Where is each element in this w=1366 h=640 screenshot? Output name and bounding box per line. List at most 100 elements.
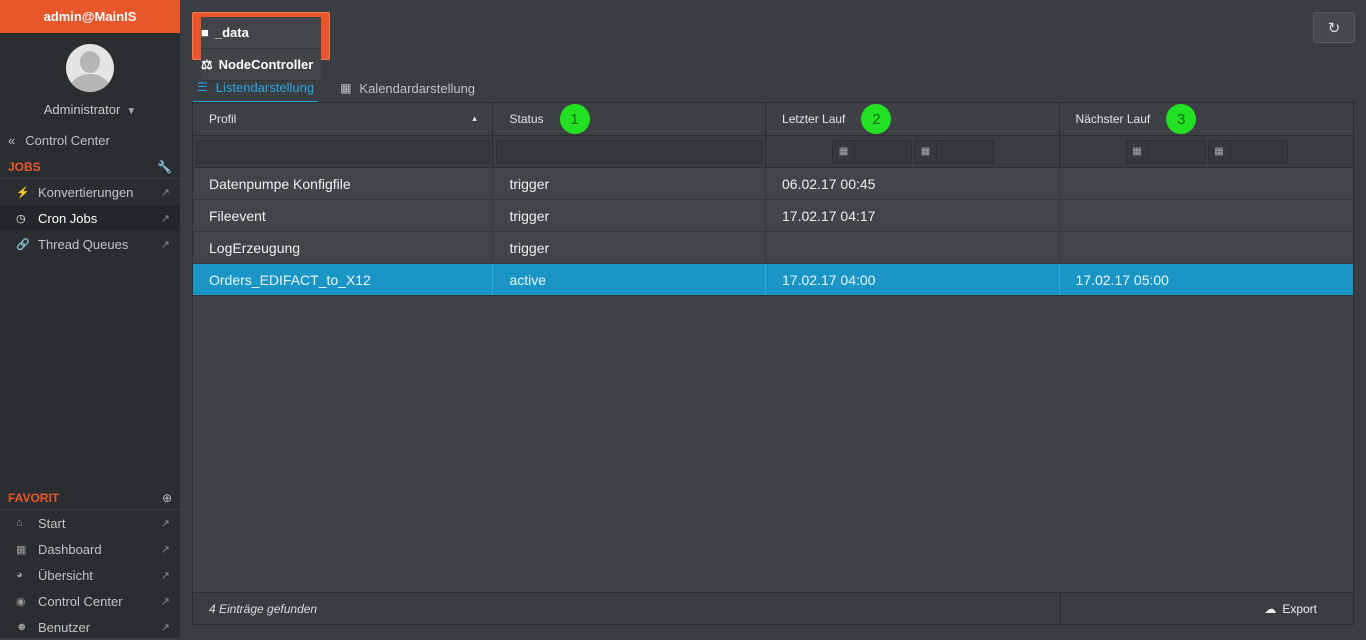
- node-controller-button[interactable]: ■ _data ⚖ NodeController: [192, 12, 330, 81]
- refresh-button[interactable]: ↻: [1313, 12, 1355, 43]
- column-label: Status: [509, 112, 544, 126]
- column-label: Profil: [209, 112, 237, 126]
- balance-scale-icon: ⚖: [201, 56, 213, 72]
- sidebar-item-cron-jobs[interactable]: ◷ Cron Jobs ↗: [0, 205, 180, 231]
- user-header[interactable]: admin@MainIS: [0, 0, 180, 33]
- avatar[interactable]: [66, 44, 114, 92]
- naechster-lauf-to-date[interactable]: ▦: [1207, 139, 1288, 164]
- cell-naechster-lauf: 17.02.17 05:00: [1075, 271, 1169, 288]
- sidebar-item-thread-queues[interactable]: 🔗 Thread Queues ↗: [0, 231, 180, 257]
- column-label: Letzter Lauf: [782, 112, 846, 126]
- cell-status: trigger: [493, 168, 767, 199]
- cell-status: trigger: [493, 200, 767, 231]
- external-link-icon[interactable]: ↗: [161, 186, 170, 199]
- column-header-status[interactable]: Status 1: [493, 103, 767, 135]
- users-icon: ☻: [16, 621, 28, 633]
- letzter-lauf-from-date[interactable]: ▦: [832, 139, 913, 164]
- sidebar-item-label: Control Center: [38, 593, 123, 609]
- calendar-icon[interactable]: ▦: [1127, 140, 1149, 163]
- calendar-icon[interactable]: ▦: [833, 140, 856, 163]
- sidebar-item-label: Cron Jobs: [38, 210, 98, 226]
- list-icon: ☰: [197, 80, 208, 94]
- cell-naechster-lauf: [1060, 168, 1354, 199]
- column-header-letzter-lauf[interactable]: Letzter Lauf 2: [766, 103, 1060, 135]
- external-link-icon[interactable]: ↗: [161, 517, 170, 530]
- cron-jobs-grid: Profil ▲ Status 1 Letzter Lauf 2 Nächste…: [192, 102, 1354, 625]
- cell-status: active: [493, 264, 767, 295]
- sort-ascending-icon: ▲: [470, 114, 479, 123]
- tab-kalendardarstellung[interactable]: ▦ Kalendardarstellung: [336, 73, 479, 103]
- status-filter-input[interactable]: [496, 139, 763, 164]
- th-large-icon: ▦: [16, 543, 27, 556]
- export-label: Export: [1282, 601, 1317, 616]
- plus-circle-icon[interactable]: ⊕: [162, 491, 172, 505]
- sidebar-item-label: Übersicht: [38, 567, 93, 583]
- cell-letzter-lauf: [766, 232, 1060, 263]
- sidebar-item-dashboard[interactable]: ▦ Dashboard ↗: [0, 536, 180, 562]
- cell-status: trigger: [493, 232, 767, 263]
- cell-naechster-lauf: [1060, 232, 1354, 263]
- sidebar-item-start[interactable]: ⌂ Start ↗: [0, 510, 180, 536]
- profil-filter-input[interactable]: [196, 139, 490, 164]
- clock-icon: ◷: [16, 212, 26, 225]
- external-link-icon[interactable]: ↗: [161, 595, 170, 608]
- sidebar-item-control-center[interactable]: ◉ Control Center ↗: [0, 588, 180, 614]
- favorit-section: FAVORIT ⊕ ⌂ Start ↗ ▦ Dashboard ↗ ◕ Über…: [0, 480, 180, 640]
- cell-profil: Fileevent: [193, 200, 494, 231]
- calendar-icon[interactable]: ▦: [1209, 140, 1231, 163]
- cell-letzter-lauf: 17.02.17 04:17: [766, 200, 1060, 231]
- cloud-download-icon: ☁: [1264, 601, 1277, 616]
- cell-profil: Orders_EDIFACT_to_X12: [193, 264, 494, 295]
- annotation-badge: 1: [559, 104, 590, 134]
- sidebar-item-benutzer[interactable]: ☻ Benutzer ↗: [0, 614, 180, 640]
- sidebar-item-uebersicht[interactable]: ◕ Übersicht ↗: [0, 562, 180, 588]
- dashboard-icon: ◉: [16, 595, 26, 608]
- annotation-badge: 3: [1166, 104, 1197, 134]
- sidebar-item-konvertierungen[interactable]: ⚡ Konvertierungen ↗: [0, 179, 180, 205]
- tab-label: Listendarstellung: [215, 79, 315, 95]
- role-label: Administrator: [43, 102, 121, 117]
- table-row[interactable]: Datenpumpe Konfigfile trigger 06.02.17 0…: [193, 168, 1353, 200]
- sidebar-item-label: Benutzer: [38, 619, 91, 635]
- export-button[interactable]: ☁ Export: [1061, 593, 1353, 624]
- sidebar-item-label: Dashboard: [38, 541, 102, 557]
- grid-footer: 4 Einträge gefunden ☁ Export: [193, 592, 1353, 624]
- table-row[interactable]: Fileevent trigger 17.02.17 04:17: [193, 200, 1353, 232]
- pie-chart-icon: ◕: [16, 569, 23, 581]
- main-panel: ■ _data ⚖ NodeController ↻ ☰ Listendarstel…: [180, 0, 1366, 638]
- tab-listendarstellung[interactable]: ☰ Listendarstellung: [193, 73, 319, 103]
- sidebar: admin@MainIS Administrator ▼ « Control Cen…: [0, 0, 180, 638]
- view-tabs: ☰ Listendarstellung ▦ Kalendardarstellun…: [193, 73, 497, 103]
- table-row-selected[interactable]: Orders_EDIFACT_to_X12 active 17.02.17 04…: [193, 264, 1353, 296]
- factory-icon: ■: [201, 24, 209, 40]
- naechster-lauf-from-date[interactable]: ▦: [1125, 139, 1206, 164]
- role-dropdown[interactable]: Administrator ▼: [0, 102, 180, 117]
- external-link-icon[interactable]: ↗: [161, 569, 170, 582]
- external-link-icon[interactable]: ↗: [161, 543, 170, 556]
- column-header-naechster-lauf[interactable]: Nächster Lauf 3: [1060, 103, 1354, 135]
- cell-letzter-lauf: 06.02.17 00:45: [766, 168, 1060, 199]
- wrench-icon[interactable]: 🔧: [157, 160, 172, 174]
- cell-profil: LogErzeugung: [193, 232, 494, 263]
- jobs-section-header: JOBS 🔧: [0, 155, 180, 179]
- column-label: Nächster Lauf: [1075, 112, 1151, 126]
- grid-header: Profil ▲ Status 1 Letzter Lauf 2 Nächste…: [193, 103, 1353, 136]
- column-header-profil[interactable]: Profil ▲: [193, 103, 494, 135]
- sidebar-item-label: Thread Queues: [38, 236, 129, 252]
- back-to-control-center[interactable]: « Control Center: [0, 131, 180, 149]
- jobs-section-title: JOBS: [8, 159, 41, 174]
- external-link-icon[interactable]: ↗: [161, 621, 170, 634]
- external-link-icon[interactable]: ↗: [161, 212, 170, 225]
- calendar-icon[interactable]: ▦: [915, 140, 938, 163]
- tab-label: Kalendardarstellung: [359, 80, 476, 96]
- refresh-icon: ↻: [1327, 19, 1341, 37]
- favorit-section-header: FAVORIT ⊕: [0, 486, 180, 510]
- home-icon: ⌂: [16, 517, 23, 529]
- cell-naechster-lauf: [1060, 200, 1354, 231]
- table-row[interactable]: LogErzeugung trigger: [193, 232, 1353, 264]
- link-icon: 🔗: [16, 238, 30, 251]
- external-link-icon[interactable]: ↗: [161, 238, 170, 251]
- letzter-lauf-to-date[interactable]: ▦: [914, 139, 995, 164]
- bolt-icon: ⚡: [16, 186, 30, 199]
- calendar-icon: ▦: [340, 81, 352, 95]
